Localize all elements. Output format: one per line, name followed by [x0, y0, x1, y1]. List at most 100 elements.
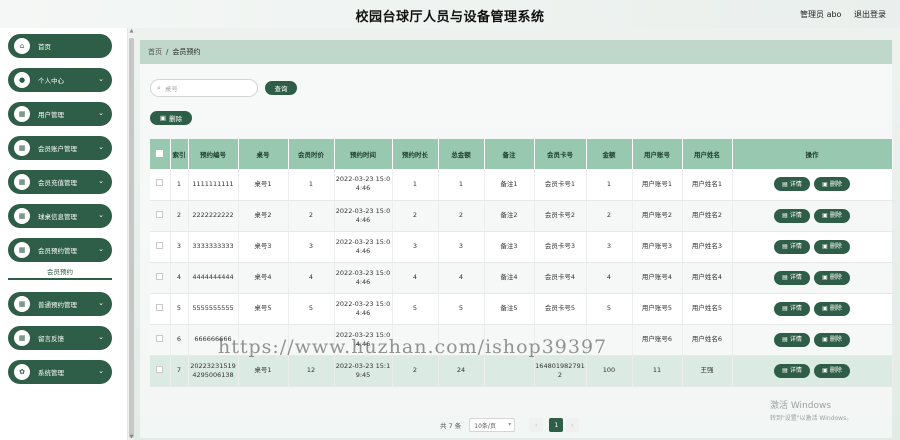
sidebar-item-0[interactable]: ⌂ 首页: [8, 34, 112, 58]
chevron-down-icon: ⌄: [98, 245, 104, 253]
table-cell: 5: [288, 293, 335, 325]
delete-button[interactable]: ▣ 删除: [814, 208, 850, 223]
row-checkbox[interactable]: [156, 272, 164, 280]
grid-icon: ▦: [14, 296, 30, 312]
table-cell: 2022-03-23 15:04:46: [334, 262, 393, 294]
table-cell: 用户姓名4: [682, 262, 733, 294]
table-cell: 6: [170, 324, 189, 356]
sidebar-item-label: 用户管理: [38, 111, 64, 119]
table-cell: 100: [586, 355, 633, 387]
page-1-button[interactable]: 1: [549, 418, 564, 432]
logout-link[interactable]: 退出登录: [854, 10, 886, 19]
detail-label: 详情: [789, 274, 802, 281]
table-cell: 会员卡号3: [534, 231, 587, 263]
delete-button[interactable]: ▣ 删除: [814, 301, 850, 316]
sidebar-item-7[interactable]: ▦ 普通预约管理 ⌄: [8, 292, 112, 316]
sidebar-item-3[interactable]: ▦ 会员账户管理 ⌄: [8, 136, 112, 160]
table-cell: 2: [586, 200, 633, 232]
page-size-select[interactable]: 10条/页 ▾: [469, 418, 516, 432]
grid-icon: ▦: [14, 208, 30, 224]
prev-page-button[interactable]: ‹: [529, 418, 544, 432]
column-header: 会员时价: [288, 139, 335, 169]
table-cell: 2: [438, 200, 485, 232]
select-all-checkbox[interactable]: [156, 149, 164, 157]
row-checkbox[interactable]: [156, 365, 164, 373]
sidebar-item-6[interactable]: ▦ 会员预约管理 ⌄: [8, 238, 112, 262]
detail-button[interactable]: ▤ 详情: [774, 363, 810, 378]
document-icon: ▤: [782, 212, 788, 219]
detail-button[interactable]: ▤ 详情: [774, 332, 810, 347]
table-cell: 用户账号1: [632, 169, 683, 201]
row-actions: ▤ 详情 ▣ 删除: [732, 231, 893, 263]
sidebar-scrollbar[interactable]: ▲ ▼: [127, 28, 134, 440]
detail-button[interactable]: ▤ 详情: [774, 239, 810, 254]
scroll-up-arrow-icon[interactable]: ▲: [128, 28, 135, 34]
table-cell: 桌号3: [238, 231, 289, 263]
scroll-thumb[interactable]: [129, 38, 134, 438]
row-select-cell[interactable]: [150, 324, 171, 356]
trash-icon: ▣: [822, 305, 828, 312]
row-select-cell[interactable]: [150, 200, 171, 232]
document-icon: ▤: [782, 336, 788, 343]
document-icon: ▤: [782, 243, 788, 250]
search-input[interactable]: ⌕ 桌号: [150, 79, 258, 97]
table-cell: 12: [288, 355, 335, 387]
sidebar-item-5[interactable]: ▦ 球桌信息管理 ⌄: [8, 204, 112, 228]
user-icon: ●: [14, 72, 30, 88]
row-select-cell[interactable]: [150, 293, 171, 325]
table-cell: 2: [392, 200, 439, 232]
sidebar-subitem-member-booking[interactable]: 会员预约: [8, 264, 112, 280]
delete-button[interactable]: ▣ 删除: [814, 239, 850, 254]
sidebar-item-4[interactable]: ▦ 会员充值管理 ⌄: [8, 170, 112, 194]
sidebar-item-2[interactable]: ▦ 用户管理 ⌄: [8, 102, 112, 126]
detail-label: 详情: [789, 243, 802, 250]
table-cell: 2: [288, 200, 335, 232]
sidebar-item-label: 球桌信息管理: [38, 213, 77, 221]
detail-button[interactable]: ▤ 详情: [774, 270, 810, 285]
column-header: 索引: [170, 139, 189, 169]
scroll-down-arrow-icon[interactable]: ▼: [128, 434, 135, 440]
row-select-cell[interactable]: [150, 169, 171, 201]
table-cell: 备注3: [484, 231, 535, 263]
batch-delete-button[interactable]: ▣ 删除: [150, 111, 192, 125]
sidebar-item-8[interactable]: ▦ 留言反馈 ⌄: [8, 326, 112, 350]
sidebar-item-9[interactable]: ✿ 系统管理 ⌄: [8, 360, 112, 384]
search-placeholder: 桌号: [164, 85, 178, 93]
table-cell: 用户姓名3: [682, 231, 733, 263]
column-header: 总金额: [438, 139, 485, 169]
row-select-cell[interactable]: [150, 355, 171, 387]
row-checkbox[interactable]: [156, 210, 164, 218]
search-button[interactable]: 查询: [265, 81, 297, 95]
select-all-cell[interactable]: [150, 139, 171, 169]
delete-button[interactable]: ▣ 删除: [814, 363, 850, 378]
row-actions: ▤ 详情 ▣ 删除: [732, 169, 893, 201]
table-cell: 1: [170, 169, 189, 201]
table-cell: 3: [170, 231, 189, 263]
next-page-button[interactable]: ›: [565, 418, 580, 432]
row-select-cell[interactable]: [150, 262, 171, 294]
table-cell: [484, 355, 535, 387]
detail-button[interactable]: ▤ 详情: [774, 177, 810, 192]
delete-button[interactable]: ▣ 删除: [814, 177, 850, 192]
row-checkbox[interactable]: [156, 334, 164, 342]
table-cell: 2022-03-23 15:04:46: [334, 231, 393, 263]
row-checkbox[interactable]: [156, 241, 164, 249]
table-cell: 2022-03-23 15:19:45: [334, 355, 393, 387]
windows-activation-notice: 激活 Windows 转到"设置"以激活 Windows。: [770, 398, 852, 422]
delete-label: 删除: [829, 367, 842, 374]
delete-button[interactable]: ▣ 删除: [814, 270, 850, 285]
row-checkbox[interactable]: [156, 179, 164, 187]
row-checkbox[interactable]: [156, 303, 164, 311]
table-cell: 1: [288, 169, 335, 201]
breadcrumb: 首页 / 会员预约: [140, 40, 892, 64]
table-cell: 5: [586, 293, 633, 325]
detail-button[interactable]: ▤ 详情: [774, 208, 810, 223]
table-cell: 用户姓名2: [682, 200, 733, 232]
column-header: 预约时长: [392, 139, 439, 169]
table-row: 7 202232315194295006138 桌号1 12 2022-03-23 15…: [150, 355, 893, 387]
detail-button[interactable]: ▤ 详情: [774, 301, 810, 316]
breadcrumb-home[interactable]: 首页: [148, 48, 162, 56]
sidebar-item-1[interactable]: ● 个人中心 ⌄: [8, 68, 112, 92]
row-select-cell[interactable]: [150, 231, 171, 263]
delete-button[interactable]: ▣ 删除: [814, 332, 850, 347]
